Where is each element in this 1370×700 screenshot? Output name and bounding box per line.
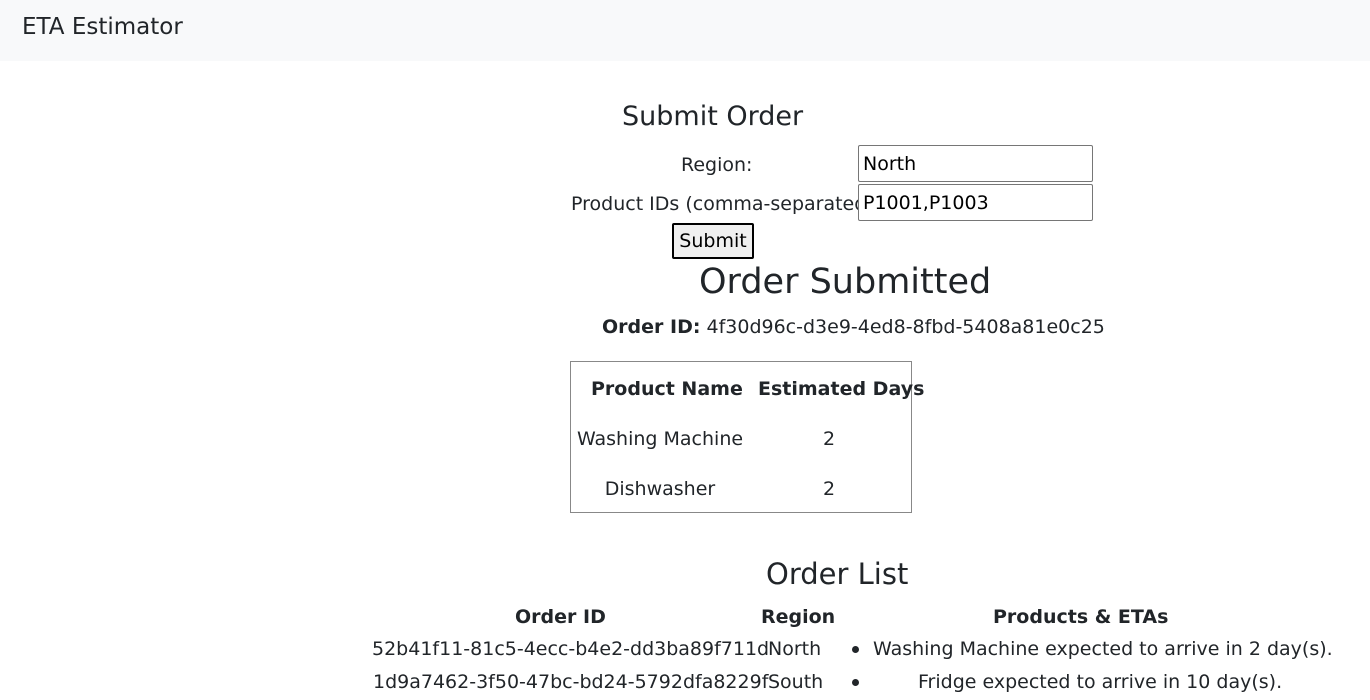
column-header-order-id: Order ID (515, 606, 606, 628)
product-ids-label: Product IDs (comma-separated): (571, 193, 881, 215)
order-id-value: 4f30d96c-d3e9-4ed8-8fbd-5408a81e0c25 (706, 316, 1105, 338)
result-row-estimated-days: 2 (822, 478, 836, 500)
column-header-estimated-days: Estimated Days (758, 378, 925, 400)
brand-title[interactable]: ETA Estimator (22, 12, 183, 42)
order-list-row-region: North (768, 638, 822, 660)
result-row-product-name: Dishwasher (604, 478, 716, 500)
order-list-row-eta: Washing Machine expected to arrive in 2 … (873, 638, 1333, 660)
region-input[interactable] (858, 145, 1093, 182)
bullet-icon (852, 646, 859, 653)
column-header-region: Region (761, 606, 836, 628)
column-header-products-etas: Products & ETAs (993, 606, 1169, 628)
submitted-order-id: Order ID: 4f30d96c-d3e9-4ed8-8fbd-5408a8… (602, 315, 1105, 339)
result-table: Product Name Estimated Days Washing Mach… (570, 361, 925, 513)
order-list-title: Order List (766, 557, 909, 591)
order-id-label: Order ID: (602, 316, 701, 338)
result-row-product-name: Washing Machine (576, 428, 744, 450)
product-ids-input[interactable] (858, 184, 1093, 221)
order-list-row-id: 52b41f11-81c5-4ecc-b4e2-dd3ba89f711d (372, 638, 770, 660)
order-list-row-eta: Fridge expected to arrive in 10 day(s). (918, 671, 1283, 693)
order-submitted-title: Order Submitted (699, 262, 992, 302)
order-list-row-region: South (768, 671, 824, 693)
region-label: Region: (681, 154, 753, 176)
navbar: ETA Estimator (0, 0, 1370, 61)
bullet-icon (852, 679, 859, 686)
column-header-product-name: Product Name (591, 378, 743, 400)
result-row-estimated-days: 2 (822, 428, 836, 450)
form-title: Submit Order (622, 101, 804, 132)
submit-button[interactable]: Submit (672, 223, 754, 259)
order-list-row-id: 1d9a7462-3f50-47bc-bd24-5792dfa8229f (373, 671, 769, 693)
